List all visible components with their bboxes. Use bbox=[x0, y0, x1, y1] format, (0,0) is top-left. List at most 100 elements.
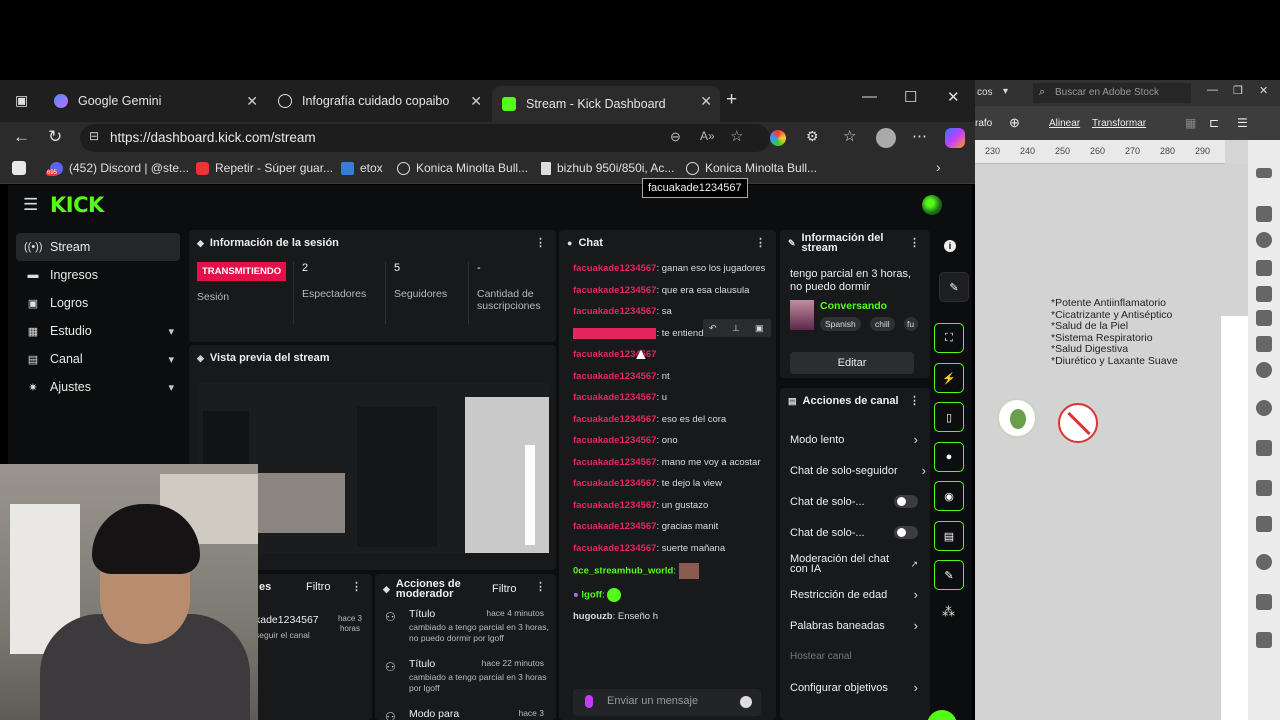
extensions-icon[interactable]: ⚙ bbox=[806, 128, 819, 145]
delete-icon[interactable]: ▣ bbox=[755, 322, 764, 335]
filter-button[interactable]: Filtro bbox=[492, 583, 516, 595]
more-menu-icon[interactable]: ⋯ bbox=[912, 127, 927, 145]
close-tab-icon[interactable]: ✕ bbox=[470, 93, 482, 110]
paragraph-control[interactable]: rafo bbox=[975, 118, 992, 129]
new-tab-icon[interactable]: + bbox=[726, 89, 737, 111]
chat-username[interactable]: hugouzb bbox=[573, 611, 613, 622]
action-configure-goals[interactable]: Configurar objetivos › bbox=[780, 672, 930, 703]
libraries-icon[interactable] bbox=[1256, 554, 1272, 570]
chat-username[interactable]: facuakade1234567 bbox=[573, 521, 656, 532]
bookmark-etox[interactable]: etox bbox=[341, 161, 383, 175]
gradient-icon[interactable] bbox=[1256, 286, 1272, 302]
action-modo-lento[interactable]: Modo lento › bbox=[780, 424, 930, 455]
close-tab-icon[interactable]: ✕ bbox=[700, 93, 712, 110]
emoji-icon[interactable] bbox=[740, 696, 752, 708]
favorites-icon[interactable]: ☆ bbox=[843, 127, 856, 145]
address-bar[interactable]: ⊟ https://dashboard.kick.com/stream ⊖ A»… bbox=[80, 124, 770, 152]
bookmark-konica-2[interactable]: Konica Minolta Bull... bbox=[686, 161, 817, 175]
rail-button-wrench[interactable]: ✎ bbox=[934, 560, 964, 590]
action-solo-seguidor[interactable]: Chat de solo-seguidor › bbox=[780, 455, 930, 486]
profile-avatar[interactable] bbox=[876, 128, 896, 148]
edit-pencil-button[interactable]: ✎ bbox=[939, 272, 969, 302]
align-left-icon[interactable]: ⊏ bbox=[1209, 116, 1219, 130]
chat-username[interactable]: facuakade1234567 bbox=[573, 414, 656, 425]
rail-button-bolt[interactable]: ⚡ bbox=[934, 363, 964, 393]
chat-username[interactable]: facuakade1234567 bbox=[573, 392, 656, 403]
add-widget-icon[interactable]: ⁂ bbox=[942, 604, 955, 620]
pin-icon[interactable]: ⊥ bbox=[732, 322, 740, 335]
glyph-icon[interactable] bbox=[1256, 232, 1272, 248]
stock-search[interactable]: ⌕ Buscar en Adobe Stock bbox=[1033, 83, 1191, 103]
mic-icon[interactable] bbox=[585, 695, 593, 708]
extension-color-icon[interactable] bbox=[770, 130, 786, 146]
sidebar-item-ingresos[interactable]: ▬ Ingresos bbox=[16, 261, 180, 289]
toggle-switch[interactable] bbox=[894, 495, 918, 508]
list-icon[interactable]: ☰ bbox=[1237, 116, 1248, 130]
chat-username[interactable]: facuakade1234567 bbox=[573, 457, 656, 468]
workspace-dropdown[interactable]: cos bbox=[977, 87, 993, 98]
chat-username[interactable]: facuakade1234567 bbox=[573, 263, 656, 274]
more-options-icon[interactable]: ⋮ bbox=[535, 236, 546, 249]
chat-username[interactable]: facuakade1234567 bbox=[573, 435, 656, 446]
tag-chip[interactable]: fu bbox=[904, 317, 918, 331]
reply-icon[interactable]: ↶ bbox=[709, 322, 717, 335]
action-age-restriction[interactable]: Restricción de edad › bbox=[780, 579, 930, 610]
favorite-star-icon[interactable]: ☆ bbox=[730, 127, 743, 145]
rail-button-doc[interactable]: ▯ bbox=[934, 402, 964, 432]
tab-actions-icon[interactable]: ▣ bbox=[15, 92, 28, 109]
links-icon[interactable] bbox=[1256, 632, 1272, 648]
chat-username[interactable]: facuakade1234567 bbox=[573, 306, 656, 317]
maximize-icon[interactable]: ☐ bbox=[904, 88, 917, 106]
more-options-icon[interactable]: ⋮ bbox=[755, 236, 766, 249]
sidebar-item-stream[interactable]: ((•)) Stream bbox=[16, 233, 180, 261]
category-name[interactable]: Conversando bbox=[820, 300, 887, 312]
close-tab-icon[interactable]: ✕ bbox=[246, 93, 258, 110]
bookmark-konica-1[interactable]: Konica Minolta Bull... bbox=[397, 161, 528, 175]
tag-chip[interactable]: Spanish bbox=[820, 317, 861, 331]
layers-icon[interactable] bbox=[1256, 516, 1272, 532]
sidebar-item-ajustes[interactable]: ✷ Ajustes ▾ bbox=[16, 373, 180, 401]
action-ai-moderation[interactable]: Moderación del chat con IA ↗ bbox=[780, 548, 930, 579]
chat-username[interactable]: facuakade1234567 bbox=[573, 327, 657, 339]
sidebar-item-canal[interactable]: ▤ Canal ▾ bbox=[16, 345, 180, 373]
copilot-icon[interactable] bbox=[945, 128, 965, 148]
swatches-icon[interactable] bbox=[1256, 260, 1272, 276]
chat-username[interactable]: lgoff bbox=[581, 589, 602, 600]
transform-icon[interactable] bbox=[1256, 480, 1272, 496]
chat-username[interactable]: 0ce_streamhub_world bbox=[573, 566, 673, 577]
align-button[interactable]: Alinear bbox=[1049, 118, 1080, 129]
close-window-icon[interactable]: ✕ bbox=[947, 88, 960, 106]
artboards-icon[interactable] bbox=[1256, 594, 1272, 610]
symbols-icon[interactable] bbox=[1256, 336, 1272, 352]
rail-button-broadcast[interactable]: ◉ bbox=[934, 481, 964, 511]
chat-input[interactable]: Enviar un mensaje bbox=[573, 689, 761, 716]
appearance-icon[interactable] bbox=[1256, 362, 1272, 378]
tab-google-gemini[interactable]: Google Gemini ✕ bbox=[44, 86, 266, 116]
sidebar-item-estudio[interactable]: ▦ Estudio ▾ bbox=[16, 317, 180, 345]
more-options-icon[interactable]: ⋮ bbox=[351, 580, 362, 593]
bookmark-discord[interactable]: 695 (452) Discord | @ste... bbox=[46, 161, 189, 176]
rail-button-fullscreen[interactable]: ⛶ bbox=[934, 323, 964, 353]
zoom-icon[interactable]: ⊖ bbox=[670, 129, 681, 145]
close-icon[interactable]: ✕ bbox=[1259, 84, 1268, 97]
toggle-switch[interactable] bbox=[894, 526, 918, 539]
site-info-icon[interactable]: ⊟ bbox=[89, 129, 99, 143]
minimize-icon[interactable]: — bbox=[1207, 84, 1218, 96]
rail-button-layout[interactable]: ▤ bbox=[934, 521, 964, 551]
minimize-icon[interactable]: — bbox=[862, 88, 877, 105]
user-avatar[interactable] bbox=[922, 195, 942, 215]
transparency-icon[interactable] bbox=[1256, 400, 1272, 416]
read-aloud-icon[interactable]: A» bbox=[700, 129, 715, 143]
action-banned-words[interactable]: Palabras baneadas › bbox=[780, 610, 930, 641]
username[interactable]: kade1234567 bbox=[255, 614, 319, 626]
chat-username[interactable]: facuakade1234567 bbox=[573, 543, 656, 554]
more-options-icon[interactable]: ⋮ bbox=[535, 580, 546, 593]
artboard-canvas[interactable] bbox=[975, 164, 1248, 720]
no-allergen-icon[interactable] bbox=[1058, 403, 1098, 443]
chat-username[interactable]: facuakade1234567 bbox=[573, 478, 656, 489]
menu-icon[interactable]: ☰ bbox=[23, 195, 38, 215]
chat-username[interactable]: facuakade1234567 bbox=[573, 371, 656, 382]
tag-chip[interactable]: chill bbox=[870, 317, 895, 331]
edit-button[interactable]: Editar bbox=[790, 352, 914, 374]
menu-icon[interactable] bbox=[1256, 168, 1272, 178]
